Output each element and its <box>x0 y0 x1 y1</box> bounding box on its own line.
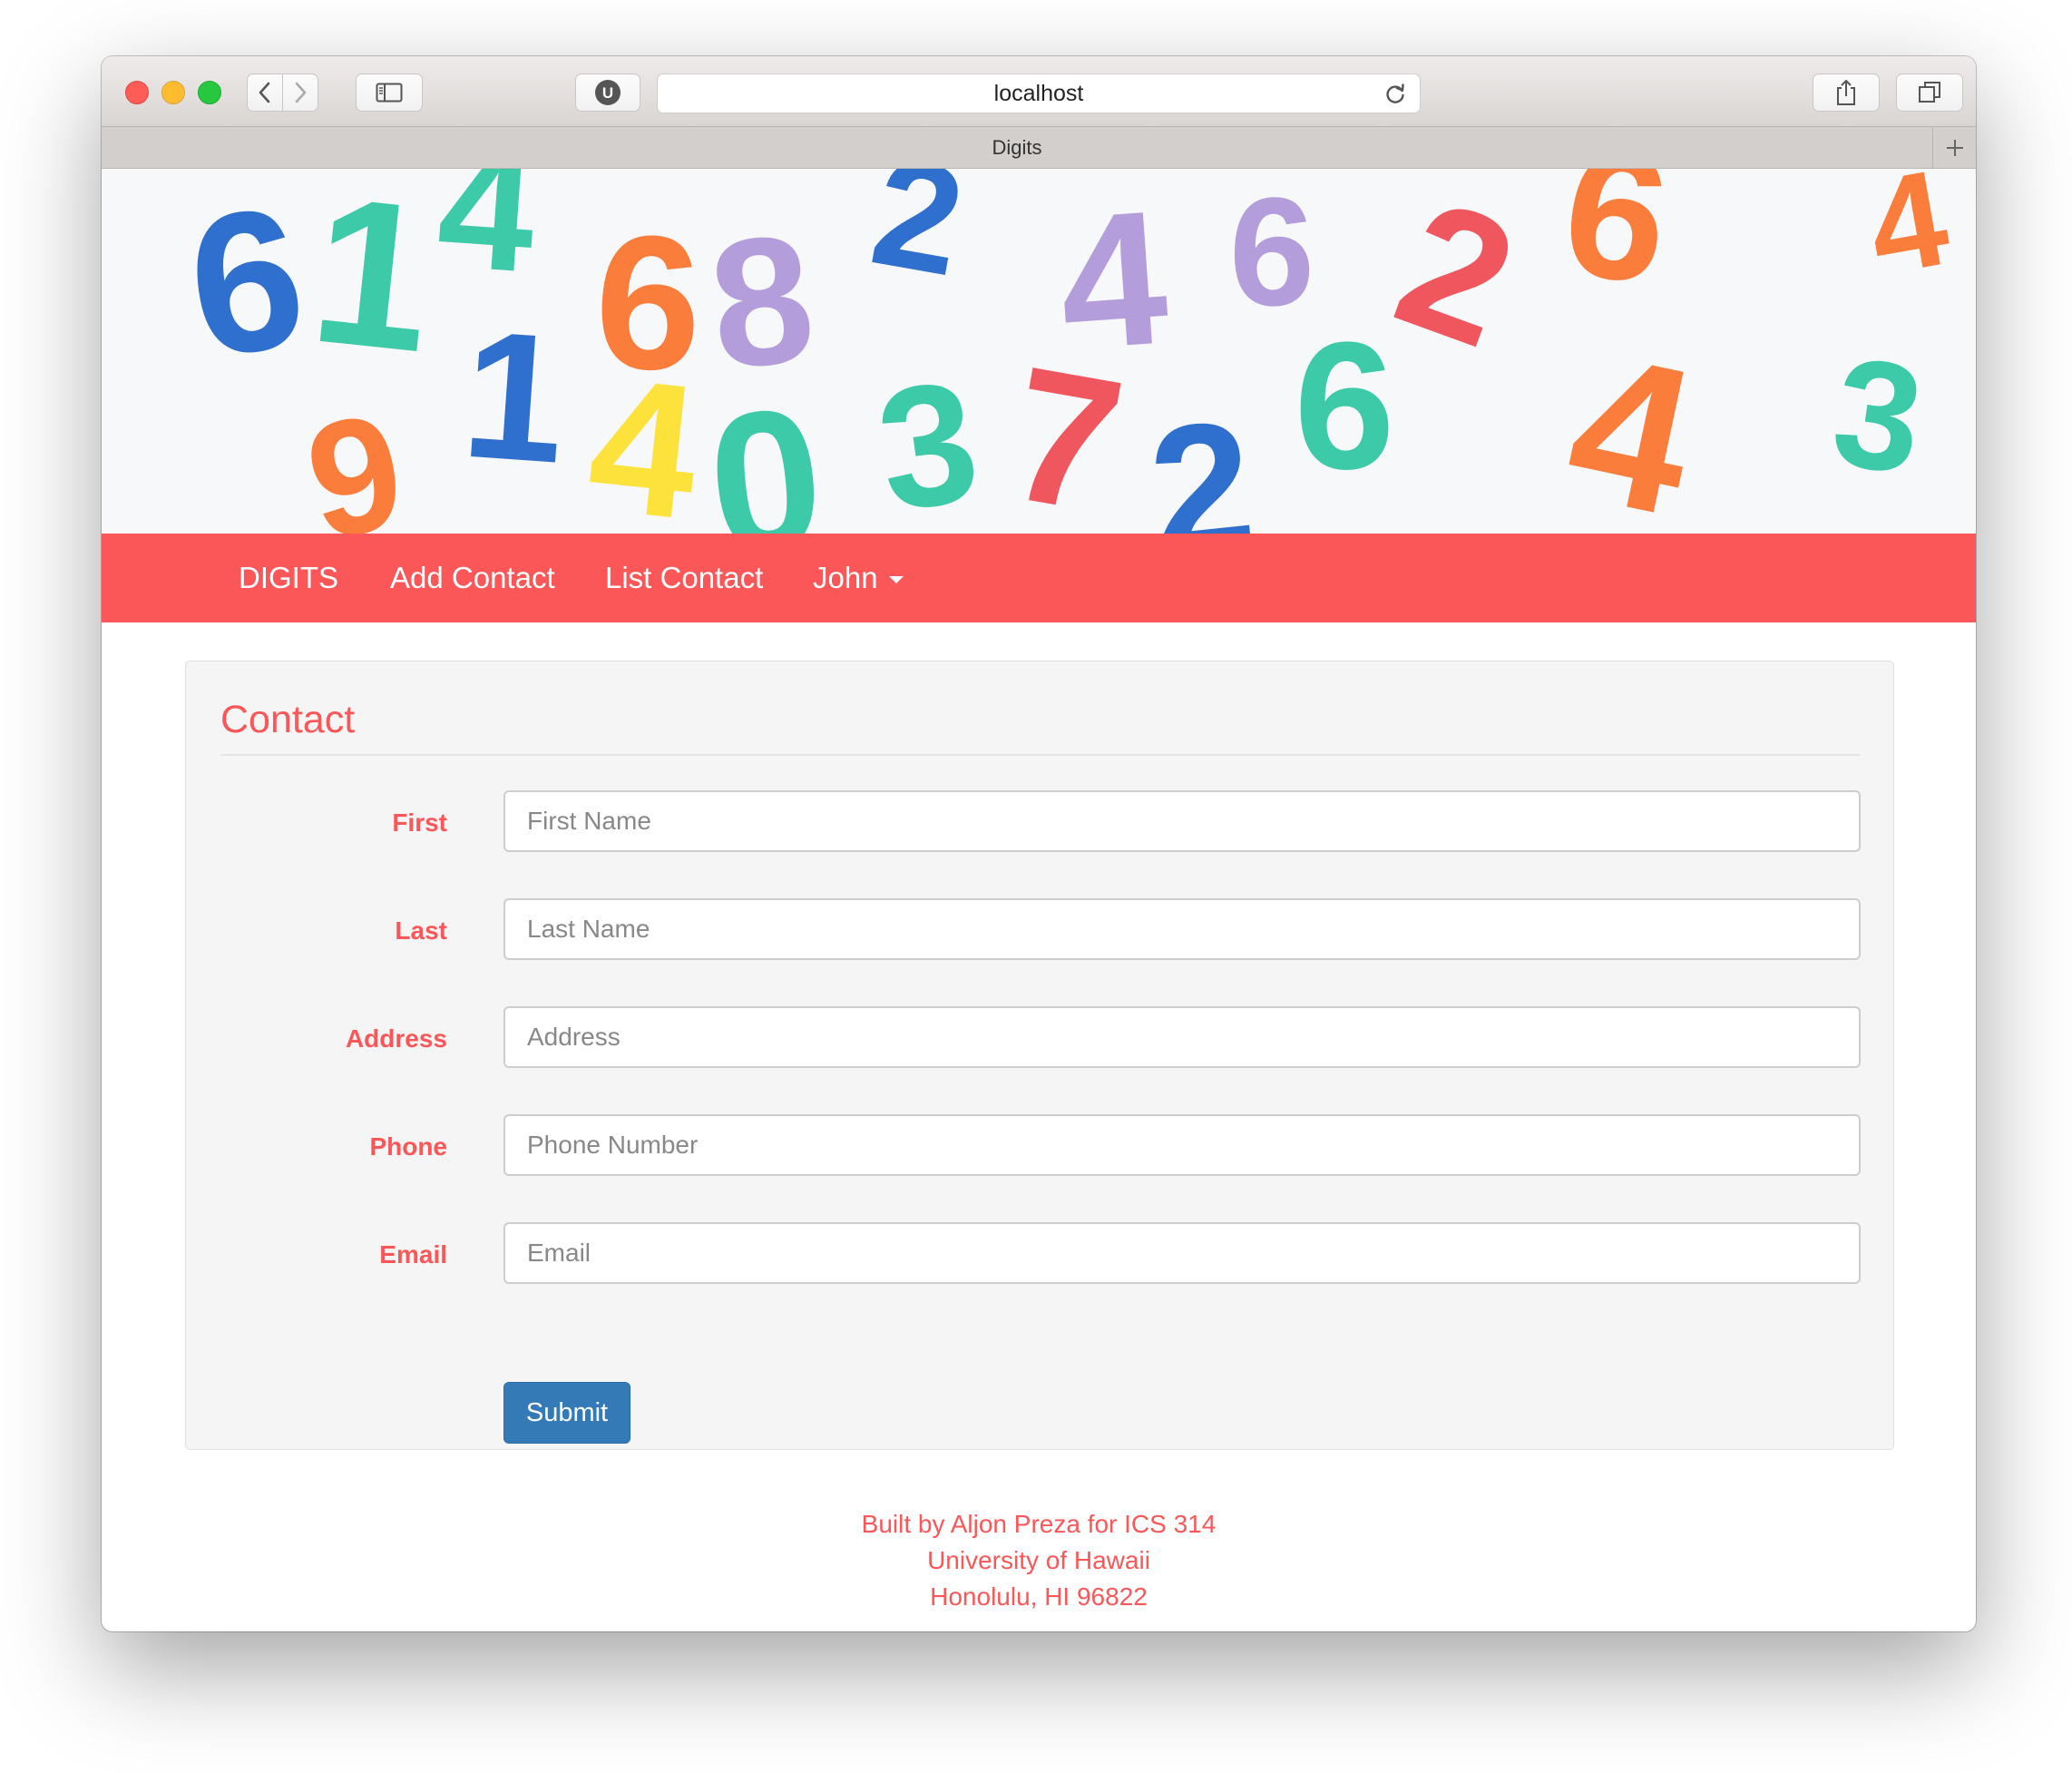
email-input[interactable] <box>503 1222 1861 1284</box>
phone-input[interactable] <box>503 1114 1861 1176</box>
last-name-label: Last <box>395 916 447 945</box>
banner-digit: 4 <box>580 337 708 534</box>
banner-digit: 7 <box>995 326 1137 534</box>
email-label: Email <box>379 1240 447 1269</box>
forward-button[interactable] <box>282 73 318 112</box>
new-tab-button[interactable] <box>1932 127 1976 168</box>
banner-digit: 2 <box>1374 169 1539 386</box>
banner-digit: 2 <box>1141 382 1263 534</box>
zoom-window-button[interactable] <box>198 81 221 104</box>
extension-button[interactable]: U <box>575 73 640 112</box>
browser-toolbar: U localhost <box>102 56 1976 126</box>
banner-digit: 3 <box>1823 325 1932 507</box>
banner-digit: 4 <box>432 169 541 309</box>
address-input[interactable] <box>503 1006 1861 1068</box>
url-text: localhost <box>993 81 1084 106</box>
banner-digit: 1 <box>457 293 572 502</box>
plus-icon <box>1946 139 1963 156</box>
close-window-button[interactable] <box>125 81 149 104</box>
footer-credit: Built by Aljon Preza for ICS 314 <box>861 1510 1217 1538</box>
navbar: DIGITS Add Contact List Contact John <box>102 534 1976 622</box>
banner-image: 614682462619403726434 <box>102 169 1976 534</box>
caret-down-icon <box>888 576 904 584</box>
form-title: Contact <box>220 698 356 741</box>
first-name-input[interactable] <box>503 790 1861 852</box>
svg-text:U: U <box>602 84 613 102</box>
first-name-label: First <box>392 808 447 837</box>
tabs-overview-button[interactable] <box>1896 73 1963 112</box>
reload-icon[interactable] <box>1383 83 1407 106</box>
submit-button[interactable]: Submit <box>503 1382 630 1444</box>
sidebar-icon <box>376 83 403 103</box>
nav-user-name: John <box>813 561 878 594</box>
chevron-right-icon <box>295 82 307 103</box>
banner-digit: 2 <box>861 169 975 309</box>
tabs-overview-icon <box>1919 82 1940 103</box>
banner-digit: 4 <box>1857 169 1958 304</box>
sidebar-button[interactable] <box>356 73 423 112</box>
tab-title[interactable]: Digits <box>102 127 1932 168</box>
browser-window: U localhost Digits 614682462619403726434… <box>102 56 1976 1631</box>
divider <box>220 754 1861 756</box>
footer-location: Honolulu, HI 96822 <box>930 1582 1148 1611</box>
nav-add-contact[interactable]: Add Contact <box>390 534 555 622</box>
address-label: Address <box>345 1024 447 1053</box>
banner-digit: 1 <box>302 169 442 396</box>
nav-list-contact[interactable]: List Contact <box>605 534 763 622</box>
share-button[interactable] <box>1813 73 1880 112</box>
footer: Built by Aljon Preza for ICS 314 Univers… <box>102 1506 1976 1615</box>
address-bar[interactable]: localhost <box>657 73 1421 113</box>
banner-digit: 6 <box>1294 305 1394 507</box>
chevron-left-icon <box>259 82 270 103</box>
back-button[interactable] <box>247 73 283 112</box>
banner-digit: 3 <box>867 344 989 534</box>
phone-label: Phone <box>369 1132 447 1161</box>
footer-university: University of Hawaii <box>927 1546 1150 1574</box>
last-name-input[interactable] <box>503 898 1861 960</box>
banner-digit: 4 <box>1550 308 1713 534</box>
tab-bar: Digits <box>102 126 1976 169</box>
banner-digit: 9 <box>295 379 415 534</box>
ublock-icon: U <box>595 80 621 105</box>
contact-form-panel: Contact First Last Address Phone Email S… <box>185 661 1894 1450</box>
banner-digit: 6 <box>176 169 317 400</box>
minimize-window-button[interactable] <box>161 81 185 104</box>
share-icon <box>1837 80 1855 105</box>
banner-digit: 6 <box>1552 169 1680 323</box>
nav-brand[interactable]: DIGITS <box>239 534 338 622</box>
nav-user-dropdown[interactable]: John <box>813 534 904 622</box>
